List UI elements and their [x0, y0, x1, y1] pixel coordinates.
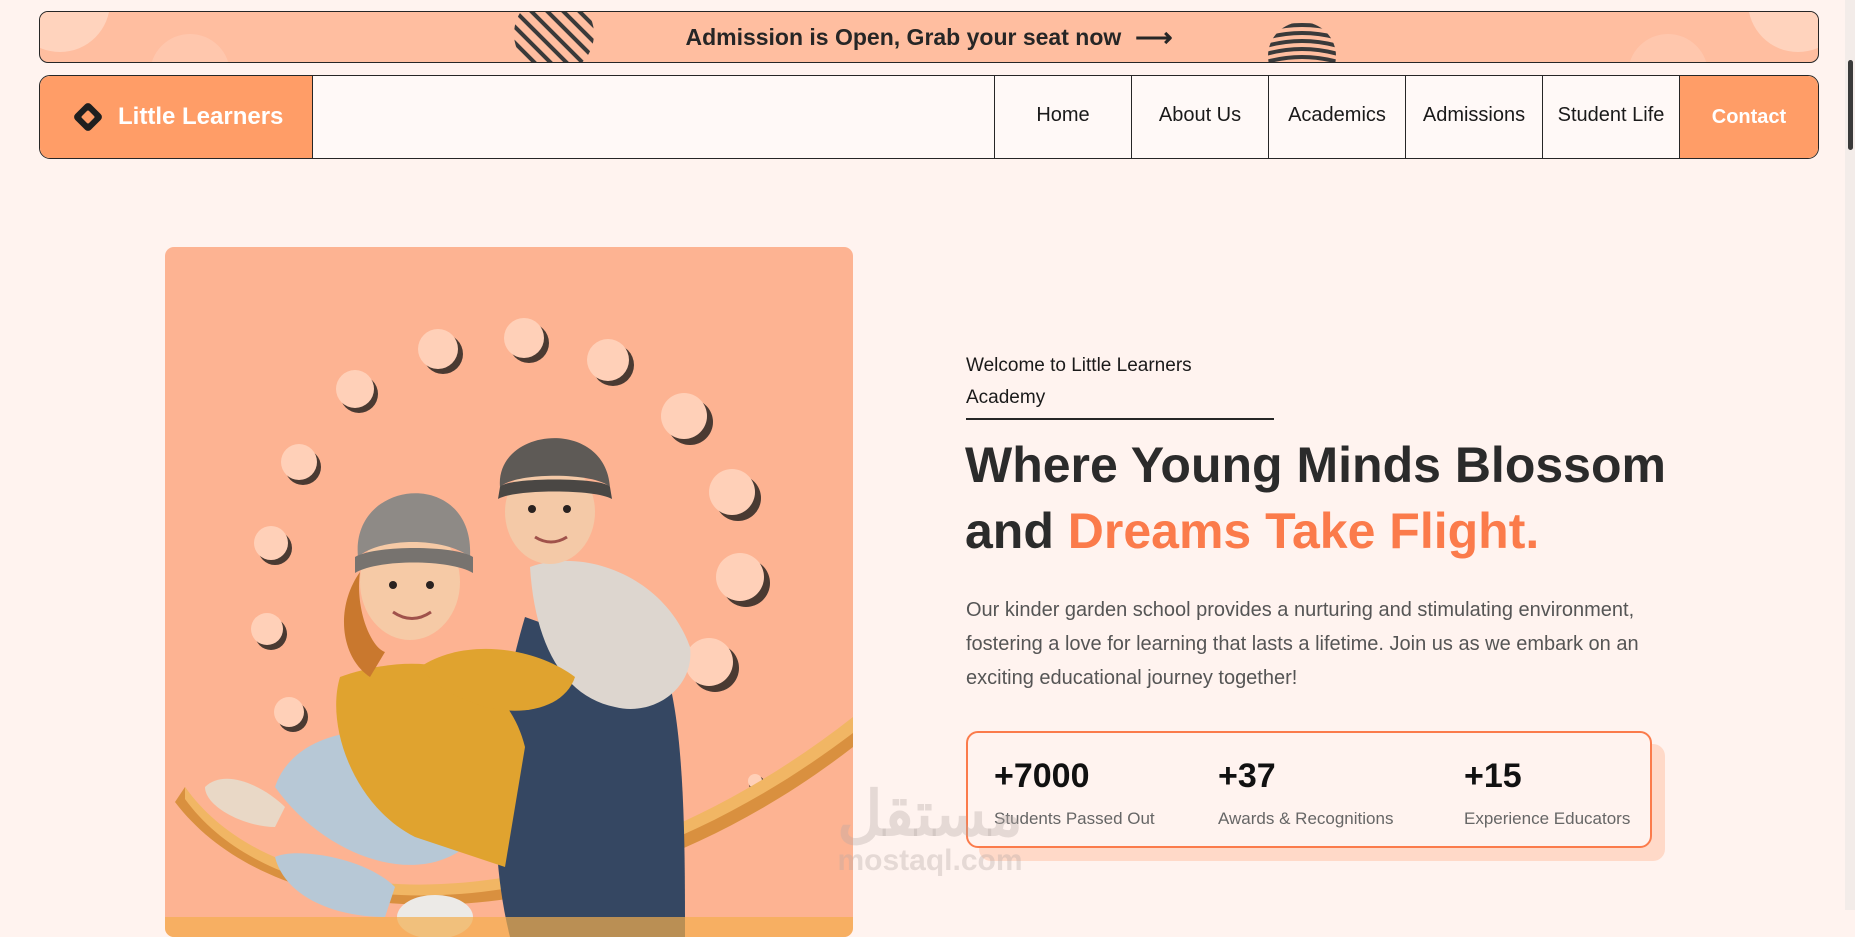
- arrow-right-icon: ⟶: [1135, 22, 1173, 52]
- brand-name: Little Learners: [118, 103, 284, 130]
- nav-item-academics[interactable]: Academics: [1268, 76, 1405, 158]
- contact-button[interactable]: Contact: [1679, 76, 1818, 158]
- hero-headline: Where Young Minds Blossom and Dreams Tak…: [965, 432, 1725, 564]
- banner-message[interactable]: Admission is Open, Grab your seat now ⟶: [685, 24, 1172, 51]
- stat-value: +7000: [994, 757, 1090, 795]
- children-illustration: [165, 318, 853, 937]
- banner-decoration-left: [40, 12, 230, 62]
- nav-item-admissions[interactable]: Admissions: [1405, 76, 1542, 158]
- stat-awards: +37 Awards & Recognitions: [1218, 757, 1393, 829]
- nav-item-student-life[interactable]: Student Life: [1542, 76, 1679, 158]
- stat-label: Students Passed Out: [994, 809, 1155, 828]
- stat-label: Experience Educators: [1464, 809, 1631, 828]
- announcement-banner[interactable]: Admission is Open, Grab your seat now ⟶: [39, 11, 1819, 63]
- banner-text: Admission is Open, Grab your seat now: [685, 23, 1122, 50]
- brand-logo-link[interactable]: Little Learners: [40, 76, 313, 158]
- banner-decoration-right: [1628, 12, 1818, 62]
- welcome-eyebrow: Welcome to Little Learners Academy: [966, 350, 1274, 420]
- stat-educators: +15 Experience Educators: [1464, 757, 1630, 829]
- diamond-logo-icon: [74, 103, 102, 131]
- headline-accent: Dreams Take Flight.: [1067, 503, 1540, 559]
- hero-image: [165, 247, 853, 937]
- striped-ball-decoration: [514, 12, 594, 62]
- stats-card: +7000 Students Passed Out +37 Awards & R…: [966, 731, 1652, 848]
- nav-item-about-us[interactable]: About Us: [1131, 76, 1268, 158]
- stat-label: Awards & Recognitions: [1218, 809, 1394, 828]
- striped-ball-decoration: [1268, 22, 1336, 62]
- hero-description: Our kinder garden school provides a nurt…: [966, 599, 1639, 689]
- main-navbar: Little Learners Home About Us Academics …: [39, 75, 1819, 159]
- stat-students: +7000 Students Passed Out: [994, 757, 1155, 829]
- stat-value: +37: [1218, 757, 1276, 795]
- nav-item-home[interactable]: Home: [994, 76, 1131, 158]
- scrollbar-thumb[interactable]: [1848, 60, 1853, 150]
- page-scrollbar[interactable]: [1845, 0, 1855, 910]
- stat-value: +15: [1464, 757, 1522, 795]
